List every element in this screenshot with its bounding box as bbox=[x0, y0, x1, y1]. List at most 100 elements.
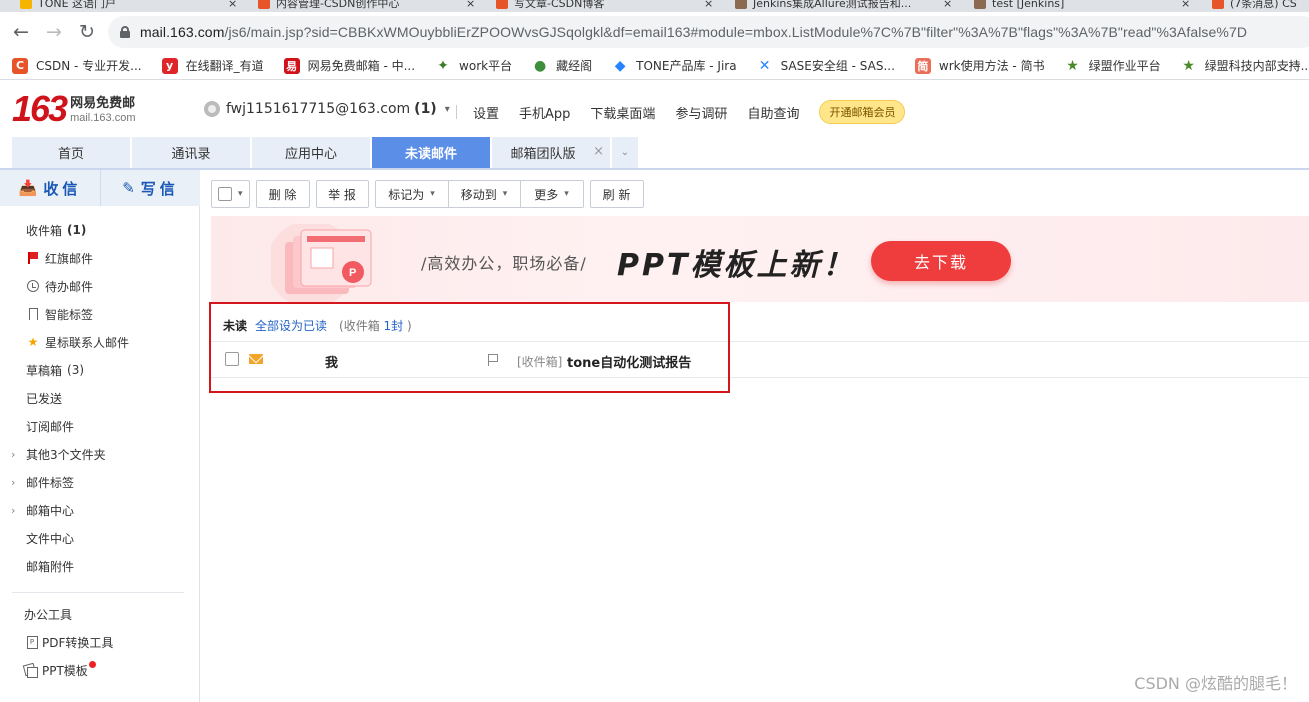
tool-ppt-template[interactable]: PPT模板 bbox=[0, 656, 200, 684]
sidebar-item-folder[interactable]: 订阅邮件 bbox=[0, 412, 200, 440]
address-bar[interactable]: mail.163.com/js6/main.jsp?sid=CBBKxWMOuy… bbox=[108, 16, 1309, 48]
vip-button[interactable]: 开通邮箱会员 bbox=[819, 100, 906, 124]
tab-home[interactable]: 首页 bbox=[12, 137, 130, 168]
notification-dot bbox=[89, 661, 96, 668]
sidebar-item-folder[interactable]: › 其他3个文件夹 bbox=[0, 440, 200, 468]
refresh-button[interactable]: 刷 新 bbox=[589, 180, 644, 208]
move-to-button[interactable]: 移动到 ▾ bbox=[448, 180, 521, 208]
chevron-right-icon[interactable]: › bbox=[11, 448, 15, 461]
logo-en: mail.163.com bbox=[70, 112, 136, 124]
sidebar-item-folder[interactable]: 待办邮件 bbox=[0, 272, 200, 300]
sidebar: 📥 收信 ✎ 写信 收件箱 (1) 红旗邮件 待办邮件 智能标签 ★ 星标联系人邮件草稿箱 (3)… bbox=[0, 170, 200, 702]
bookmark-item[interactable]: 易网易免费邮箱 - 中... bbox=[283, 57, 415, 74]
close-icon[interactable]: × bbox=[1181, 0, 1190, 12]
bookmark-item[interactable]: y 在线翻译_有道 bbox=[161, 57, 264, 74]
bookmark-item[interactable]: ◆ TONE产品库 - Jira bbox=[612, 57, 737, 74]
report-button[interactable]: 举 报 bbox=[315, 180, 369, 208]
sidebar-item-folder[interactable]: 邮箱附件 bbox=[0, 552, 200, 580]
account-unread-count: (1) bbox=[414, 101, 437, 117]
nav-download-desktop[interactable]: 下载桌面端 bbox=[590, 103, 655, 122]
mark-all-read-link[interactable]: 全部设为已读 bbox=[255, 317, 327, 334]
tab-label: 应用中心 bbox=[284, 147, 337, 162]
folder-label: 邮箱中心 bbox=[26, 503, 75, 518]
folder-label: 收件箱 bbox=[26, 223, 63, 238]
ppt-promo-banner[interactable]: P /高效办公，职场必备/ PPT模板上新！ 去下载 bbox=[211, 216, 1309, 302]
tab-more-dropdown[interactable]: ⌄ bbox=[612, 137, 638, 168]
tab-app-center[interactable]: 应用中心 bbox=[252, 137, 370, 168]
browser-tab[interactable]: 写文章-CSDN博客 bbox=[496, 0, 604, 12]
sidebar-item-folder[interactable]: 已发送 bbox=[0, 384, 200, 412]
compose-button[interactable]: ✎ 写信 bbox=[100, 170, 200, 206]
clock-icon bbox=[26, 280, 40, 292]
sidebar-item-folder[interactable]: 红旗邮件 bbox=[0, 244, 200, 272]
reload-icon[interactable]: ↻ bbox=[76, 21, 98, 43]
confluence-icon: ✕ bbox=[758, 57, 771, 74]
row-checkbox[interactable] bbox=[225, 352, 239, 366]
browser-tab-strip: TONE 这语门户 内容管理-CSDN创作中心 写文章-CSDN博客 Jenkins集… bbox=[0, 0, 1309, 12]
browser-tab[interactable]: 内容管理-CSDN创作中心 bbox=[258, 0, 399, 12]
flag-icon[interactable] bbox=[488, 354, 498, 366]
select-all-checkbox[interactable] bbox=[218, 187, 232, 201]
nav-self-service[interactable]: 自助查询 bbox=[747, 103, 799, 122]
office-tools: 办公工具 P PDF转换工具 PPT模板 bbox=[0, 600, 200, 684]
meta-suffix: ) bbox=[403, 319, 412, 333]
bookmarks-overflow-icon[interactable]: ⋯ bbox=[1285, 57, 1299, 73]
star-green-icon: ★ bbox=[1182, 57, 1195, 74]
leaf-icon: ✦ bbox=[437, 57, 449, 74]
bookmark-item[interactable]: ✕ SASE安全组 - SAS... bbox=[757, 57, 895, 74]
sidebar-item-folder[interactable]: › 邮箱中心 bbox=[0, 496, 200, 524]
tab-unread-mail[interactable]: 未读邮件 bbox=[372, 137, 490, 168]
list-title: 未读 bbox=[223, 319, 248, 333]
banner-download-button[interactable]: 去下载 bbox=[871, 241, 1011, 281]
browser-tab[interactable]: TONE 这语门户 bbox=[20, 0, 116, 12]
mark-as-button[interactable]: 标记为 ▾ bbox=[374, 180, 449, 208]
nav-survey[interactable]: 参与调研 bbox=[675, 103, 727, 122]
sidebar-item-folder[interactable]: 智能标签 bbox=[0, 300, 200, 328]
mark-as-label: 标记为 bbox=[388, 187, 425, 202]
browser-tab-label: 写文章-CSDN博客 bbox=[514, 0, 605, 10]
bookmark-item[interactable]: ★ 绿盟作业平台 bbox=[1065, 57, 1160, 74]
sidebar-item-folder[interactable]: 草稿箱 (3) bbox=[0, 356, 200, 384]
bookmark-item[interactable]: C CSDN - 专业开发... bbox=[12, 57, 142, 74]
tab-team-edition[interactable]: 邮箱团队版 × bbox=[492, 137, 610, 168]
browser-tab[interactable]: test [Jenkins] bbox=[974, 0, 1064, 12]
close-icon[interactable]: × bbox=[228, 0, 237, 12]
bookmark-item[interactable]: 简 wrk使用方法 - 简书 bbox=[914, 57, 1045, 74]
account-switcher[interactable]: fwj1151617715@163.com (1) ▾ bbox=[204, 101, 450, 117]
bookmark-label: 藏经阁 bbox=[556, 59, 593, 73]
meta-count[interactable]: 1封 bbox=[384, 319, 404, 333]
close-icon[interactable]: × bbox=[943, 0, 952, 12]
chevron-right-icon[interactable]: › bbox=[11, 504, 15, 517]
folder-label: 文件中心 bbox=[26, 531, 75, 546]
close-icon[interactable]: × bbox=[466, 0, 475, 12]
bookmark-label: CSDN - 专业开发... bbox=[36, 59, 142, 73]
tab-contacts[interactable]: 通讯录 bbox=[132, 137, 250, 168]
top-nav: 设置 手机App 下载桌面端 参与调研 自助查询 开通邮箱会员 bbox=[456, 100, 906, 124]
receive-button[interactable]: 📥 收信 bbox=[0, 170, 100, 206]
sidebar-item-folder[interactable]: 收件箱 (1) bbox=[0, 216, 200, 244]
netease-logo[interactable]: 163 网易免费邮 mail.163.com bbox=[12, 91, 136, 127]
folder-label: 邮箱附件 bbox=[26, 559, 75, 574]
folder-count: (3) bbox=[67, 363, 85, 377]
select-all-dropdown[interactable]: ▾ bbox=[211, 180, 250, 208]
chevron-right-icon[interactable]: › bbox=[11, 476, 15, 489]
sidebar-item-folder[interactable]: ★ 星标联系人邮件 bbox=[0, 328, 200, 356]
sidebar-item-folder[interactable]: › 邮件标签 bbox=[0, 468, 200, 496]
delete-button[interactable]: 删 除 bbox=[255, 180, 310, 208]
tool-pdf-converter[interactable]: P PDF转换工具 bbox=[0, 628, 200, 656]
nav-settings[interactable]: 设置 bbox=[473, 103, 499, 122]
close-icon[interactable]: × bbox=[593, 144, 604, 159]
browser-tab[interactable]: Jenkins集成Allure测试报告和... bbox=[735, 0, 911, 12]
table-row[interactable]: 我 [收件箱] tone自动化测试报告 bbox=[211, 342, 1309, 378]
nav-mobile-app[interactable]: 手机App bbox=[519, 103, 570, 122]
sidebar-item-folder[interactable]: 文件中心 bbox=[0, 524, 200, 552]
row-subject[interactable]: tone自动化测试报告 bbox=[567, 352, 691, 371]
bookmark-item[interactable]: ● 藏经阁 bbox=[532, 57, 592, 74]
bookmark-item[interactable]: ✦ work平台 bbox=[435, 57, 512, 74]
browser-tab[interactable]: (7条消息) CS bbox=[1212, 0, 1297, 12]
forward-arrow-icon[interactable]: → bbox=[43, 21, 65, 43]
more-button[interactable]: 更多 ▾ bbox=[520, 180, 584, 208]
back-arrow-icon[interactable]: ← bbox=[10, 21, 32, 43]
folder-label: 草稿箱 bbox=[26, 363, 63, 378]
close-icon[interactable]: × bbox=[704, 0, 713, 12]
